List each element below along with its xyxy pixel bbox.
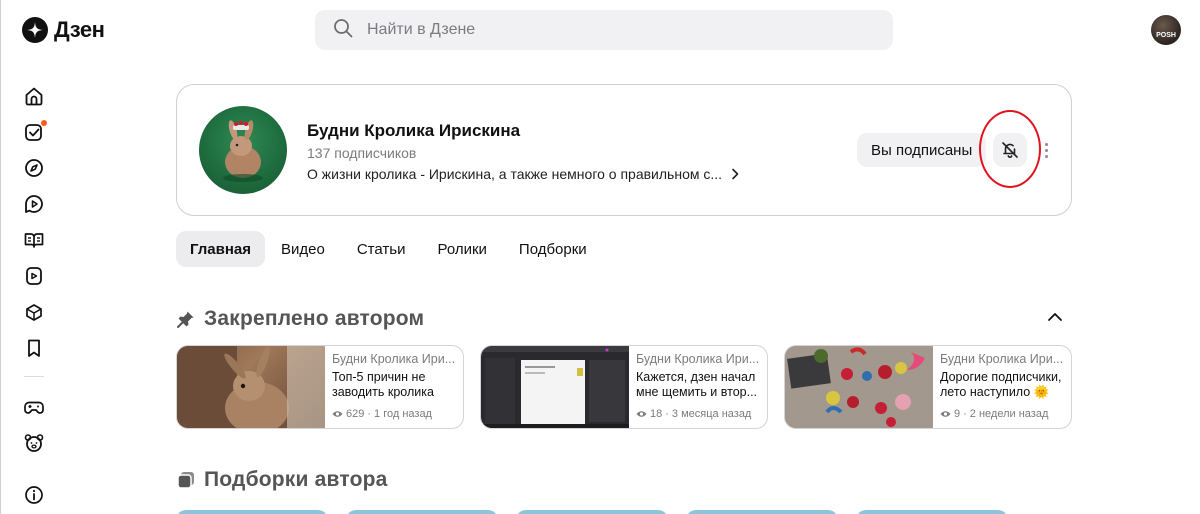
pinned-card-views: 9: [954, 408, 961, 420]
box-icon: [26, 304, 42, 321]
logo-text: Дзен: [54, 17, 105, 42]
collection-card[interactable]: [346, 510, 498, 514]
pinned-card-age: 3 месяца назад: [671, 408, 752, 420]
subscribed-button[interactable]: Вы подписаны: [857, 133, 987, 167]
compass-icon: [25, 159, 43, 177]
channel-avatar[interactable]: [199, 106, 287, 194]
window-edge: [0, 0, 1, 514]
pinned-section-title: Закреплено автором: [204, 307, 425, 330]
notification-dot: [41, 120, 47, 126]
tab-articles[interactable]: Статьи: [341, 231, 422, 267]
collections-section-title: Подборки автора: [204, 468, 388, 491]
sidebar-item-info[interactable]: [22, 483, 46, 507]
rabbit-image: [223, 120, 263, 182]
dzen-star-icon: [22, 17, 48, 43]
search-input[interactable]: [367, 21, 847, 39]
dzen-logo[interactable]: Дзен: [22, 17, 105, 43]
tab-shorts[interactable]: Ролики: [421, 231, 502, 267]
pinned-card-title: Топ-5 причин не заводить кролика: [332, 370, 434, 399]
collection-card[interactable]: [686, 510, 838, 514]
eye-icon: [940, 411, 951, 417]
pinned-card-title: Кажется, дзен начал мне щемить и втор...: [636, 370, 758, 399]
eye-icon: [332, 411, 343, 417]
pinned-card[interactable]: Будни Кролика Ири... Топ-5 причин не зав…: [176, 345, 464, 429]
pinned-card[interactable]: Будни Кролика Ири... Кажется, дзен начал…: [480, 345, 768, 429]
channel-header-card: Будни Кролика Ирискина 137 подписчиков О…: [176, 84, 1072, 216]
sidebar-item-articles[interactable]: [22, 228, 46, 252]
pinned-card-views: 18: [650, 408, 663, 420]
bell-off-icon: [1002, 142, 1018, 158]
home-icon: [25, 87, 43, 106]
collection-card[interactable]: [176, 510, 328, 514]
search-icon: [333, 18, 353, 43]
pinned-card[interactable]: Будни Кролика Ири... Дорогие подписчики,…: [784, 345, 1072, 429]
chevron-up-icon: [1048, 313, 1062, 321]
channel-title[interactable]: Будни Кролика Ирискина: [307, 121, 520, 141]
pinned-thumbnail: [785, 346, 933, 428]
search-bar[interactable]: [315, 10, 893, 50]
book-icon: [24, 233, 44, 248]
pinned-card-channel: Будни Кролика Ири...: [636, 352, 760, 366]
sidebar-item-kids[interactable]: [22, 431, 46, 455]
bear-icon: [24, 434, 44, 452]
tab-video[interactable]: Видео: [265, 231, 341, 267]
tab-collections[interactable]: Подборки: [503, 231, 603, 267]
pinned-card-meta: 629 · 1 год назад: [332, 408, 457, 420]
collection-card[interactable]: [856, 510, 1008, 514]
channel-description[interactable]: О жизни кролика - Ирискина, а также немн…: [307, 166, 740, 182]
bookmark-icon: [28, 339, 40, 357]
pinned-thumbnail: [481, 346, 629, 428]
collection-stack-icon: [177, 472, 194, 489]
info-icon: [25, 486, 43, 504]
pinned-card-age: 1 год назад: [374, 408, 432, 420]
tab-main[interactable]: Главная: [176, 231, 266, 267]
collections-list: [176, 510, 1008, 514]
eye-icon: [636, 411, 647, 417]
meta-separator: ·: [367, 408, 372, 420]
pin-icon: [177, 311, 194, 328]
sidebar-divider: [24, 376, 44, 377]
sidebar-item-subscriptions[interactable]: [22, 120, 47, 144]
pinned-card-channel: Будни Кролика Ири...: [940, 352, 1064, 366]
shorts-icon: [26, 267, 42, 285]
video-play-icon: [25, 195, 43, 213]
sidebar-item-video[interactable]: [22, 192, 46, 216]
pinned-list: Будни Кролика Ири... Топ-5 причин не зав…: [176, 345, 1072, 429]
channel-tabs: Главная Видео Статьи Ролики Подборки: [176, 231, 603, 267]
sidebar-item-games[interactable]: [22, 395, 46, 419]
collections-section-header: Подборки автора: [176, 468, 388, 492]
gamepad-icon: [24, 401, 44, 414]
pinned-card-channel: Будни Кролика Ири...: [332, 352, 456, 366]
pinned-card-meta: 18 · 3 месяца назад: [636, 408, 761, 420]
more-options-button[interactable]: [1041, 137, 1051, 163]
collection-card[interactable]: [516, 510, 668, 514]
user-avatar[interactable]: POSH: [1151, 15, 1181, 45]
notifications-toggle-button[interactable]: [993, 133, 1027, 167]
meta-separator: ·: [665, 408, 669, 420]
pinned-thumbnail: [177, 346, 325, 428]
sidebar-item-home[interactable]: [22, 84, 46, 108]
channel-description-text: О жизни кролика - Ирискина, а также немн…: [307, 166, 723, 182]
pinned-card-title: Дорогие подписчики, лето наступило 🌞: [940, 370, 1062, 399]
channel-subscribers: 137 подписчиков: [307, 145, 417, 161]
pinned-section-header: Закреплено автором: [176, 307, 424, 331]
chevron-right-icon: [732, 168, 739, 180]
sidebar-item-shorts[interactable]: [22, 264, 46, 288]
pinned-card-age: 2 недели назад: [969, 408, 1049, 420]
collapse-pinned-button[interactable]: [1044, 306, 1066, 328]
pinned-card-meta: 9 · 2 недели назад: [940, 408, 1065, 420]
sidebar-item-products[interactable]: [22, 300, 46, 324]
meta-separator: ·: [963, 408, 967, 420]
pinned-card-views: 629: [346, 408, 365, 420]
avatar-label: POSH: [1156, 32, 1176, 39]
sidebar-item-discover[interactable]: [22, 156, 46, 180]
sidebar-item-bookmarks[interactable]: [22, 336, 46, 360]
